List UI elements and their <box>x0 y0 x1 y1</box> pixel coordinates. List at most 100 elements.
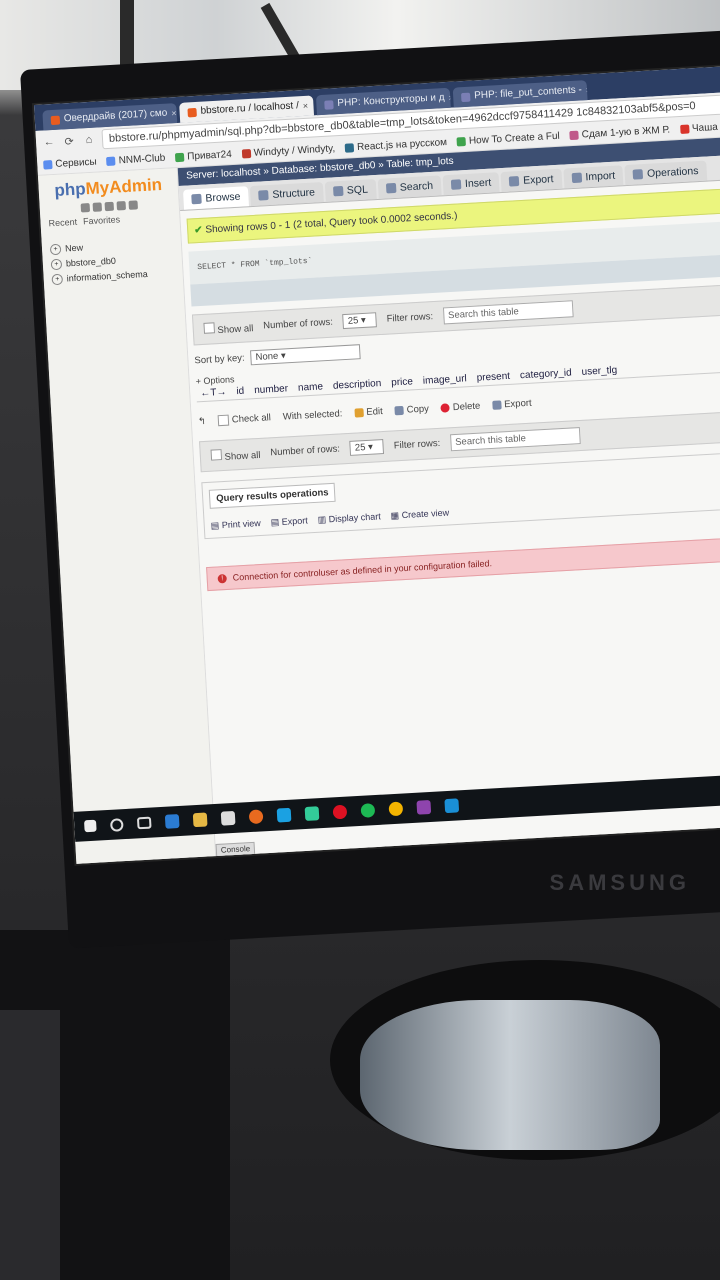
bookmark[interactable]: Приват24 <box>174 149 232 163</box>
close-icon[interactable]: × <box>585 80 588 100</box>
filter-rows-input[interactable]: Search this table <box>442 300 574 325</box>
tab-structure[interactable]: Structure <box>249 182 324 207</box>
back-icon[interactable]: ← <box>42 136 57 149</box>
favorites-tab[interactable]: Favorites <box>83 214 121 226</box>
tab-sql[interactable]: SQL <box>324 179 377 202</box>
firefox-icon[interactable] <box>248 809 264 825</box>
spotify-icon[interactable] <box>360 803 376 818</box>
view-icon: ▦ <box>390 510 400 521</box>
bookmark-icon <box>344 142 355 153</box>
column-header[interactable]: description <box>333 378 382 392</box>
export-icon <box>491 400 502 410</box>
rows-select[interactable]: 25 ▾ <box>349 439 385 456</box>
logout-icon[interactable] <box>92 202 103 212</box>
bookmark-icon <box>569 130 579 140</box>
windows-start-icon[interactable] <box>84 819 97 833</box>
tab-operations[interactable]: Operations <box>624 160 707 186</box>
chrome-icon[interactable] <box>388 801 404 817</box>
database-tree: + New + bbstore_db0 + information_schema <box>49 235 175 287</box>
task-view-icon[interactable] <box>136 816 152 830</box>
bookmark-icon <box>456 136 467 146</box>
filter-label: Filter rows: <box>386 311 434 325</box>
photos-icon[interactable] <box>304 806 320 821</box>
phpmyadmin-logo[interactable]: phpMyAdmin <box>46 175 170 202</box>
check-all-checkbox[interactable]: Check all <box>217 412 271 427</box>
app-icon[interactable] <box>444 798 460 814</box>
close-icon[interactable]: × <box>448 88 451 108</box>
export-icon: ▤ <box>270 516 280 528</box>
copy-button[interactable]: Copy <box>394 403 429 416</box>
tab-search[interactable]: Search <box>377 175 442 199</box>
recent-tab[interactable]: Recent <box>48 217 77 229</box>
home-icon[interactable] <box>80 203 91 213</box>
bookmark-icon <box>679 123 690 134</box>
filter-rows-input[interactable]: Search this table <box>449 427 581 452</box>
column-header[interactable]: user_tlg <box>581 365 617 378</box>
filter-label: Filter rows: <box>393 437 441 452</box>
create-view-link[interactable]: ▦ Create view <box>390 507 449 521</box>
app-icon[interactable] <box>276 807 292 823</box>
sort-select[interactable]: None ▾ <box>250 344 361 366</box>
tab-browse[interactable]: Browse <box>182 186 249 210</box>
display-chart-link[interactable]: ▥ Display chart <box>317 511 381 526</box>
arrow-up-icon: ↰ <box>197 415 207 428</box>
docs-icon[interactable] <box>104 201 115 212</box>
apps-icon <box>43 159 53 170</box>
chart-icon: ▥ <box>317 514 327 525</box>
print-icon: ▤ <box>210 520 220 531</box>
show-all-checkbox[interactable]: Show all <box>203 320 254 337</box>
edge-icon[interactable] <box>164 814 180 829</box>
store-icon[interactable] <box>220 810 236 826</box>
column-controls-icon[interactable]: ←T→ <box>200 387 227 399</box>
bookmark[interactable]: NNM-Club <box>106 152 166 166</box>
home-icon[interactable]: ⌂ <box>82 134 97 147</box>
reload-icon[interactable] <box>128 200 138 210</box>
column-header[interactable]: number <box>254 383 288 396</box>
tab-import[interactable]: Import <box>562 165 624 189</box>
folder-icon[interactable] <box>192 812 208 828</box>
phpmyadmin-app: phpMyAdmin Recent Favorites + New + bbstor… <box>37 135 720 864</box>
check-icon: ✔ <box>193 224 203 237</box>
close-icon[interactable]: × <box>302 96 309 116</box>
main-content: Server: localhost » Database: bbstore_db… <box>177 135 720 857</box>
reload-icon[interactable]: ⟳ <box>62 134 77 148</box>
checkbox-icon <box>217 414 230 427</box>
bookmark[interactable]: Чаша для мул <box>679 119 720 134</box>
column-header[interactable]: present <box>476 371 510 384</box>
tab-export[interactable]: Export <box>500 168 563 193</box>
copy-icon <box>394 405 404 416</box>
column-header[interactable]: price <box>391 376 413 388</box>
rows-label: Number of rows: <box>262 316 334 332</box>
sql-icon <box>332 185 344 197</box>
delete-button[interactable]: Delete <box>440 401 481 414</box>
column-header[interactable]: name <box>298 381 324 393</box>
show-all-checkbox[interactable]: Show all <box>210 446 261 463</box>
bookmark[interactable]: Сервисы <box>43 156 97 170</box>
column-header[interactable]: id <box>236 386 244 397</box>
browse-icon <box>191 193 202 205</box>
rows-select[interactable]: 25 ▾ <box>342 312 378 330</box>
phpstorm-icon[interactable] <box>416 799 432 815</box>
query-results-title: Query results operations <box>208 482 337 509</box>
error-message: ! Connection for controluser as defined … <box>206 535 720 592</box>
export-link[interactable]: ▤ Export <box>270 515 308 528</box>
bookmark-icon <box>106 156 116 166</box>
delete-icon <box>440 403 451 413</box>
settings-icon[interactable] <box>116 201 127 211</box>
search-icon[interactable] <box>109 817 124 832</box>
close-icon[interactable]: × <box>171 103 177 123</box>
opera-icon[interactable] <box>332 804 348 820</box>
bookmark[interactable]: Windyty / Windyty, <box>241 143 335 159</box>
column-header[interactable]: image_url <box>423 373 467 386</box>
checkbox-icon <box>203 321 215 334</box>
bookmark[interactable]: How To Create a Ful <box>456 130 560 147</box>
bookmark[interactable]: React.js на русском <box>344 137 447 154</box>
bookmark[interactable]: Сдам 1-ую в ЖМ Р. <box>569 124 670 141</box>
export-button[interactable]: Export <box>491 398 532 411</box>
print-view-link[interactable]: ▤ Print view <box>210 518 261 532</box>
column-header[interactable]: category_id <box>520 367 572 381</box>
edit-button[interactable]: Edit <box>354 406 383 419</box>
php-icon <box>460 92 471 102</box>
checkbox-icon <box>210 448 223 461</box>
tab-insert[interactable]: Insert <box>442 172 500 196</box>
